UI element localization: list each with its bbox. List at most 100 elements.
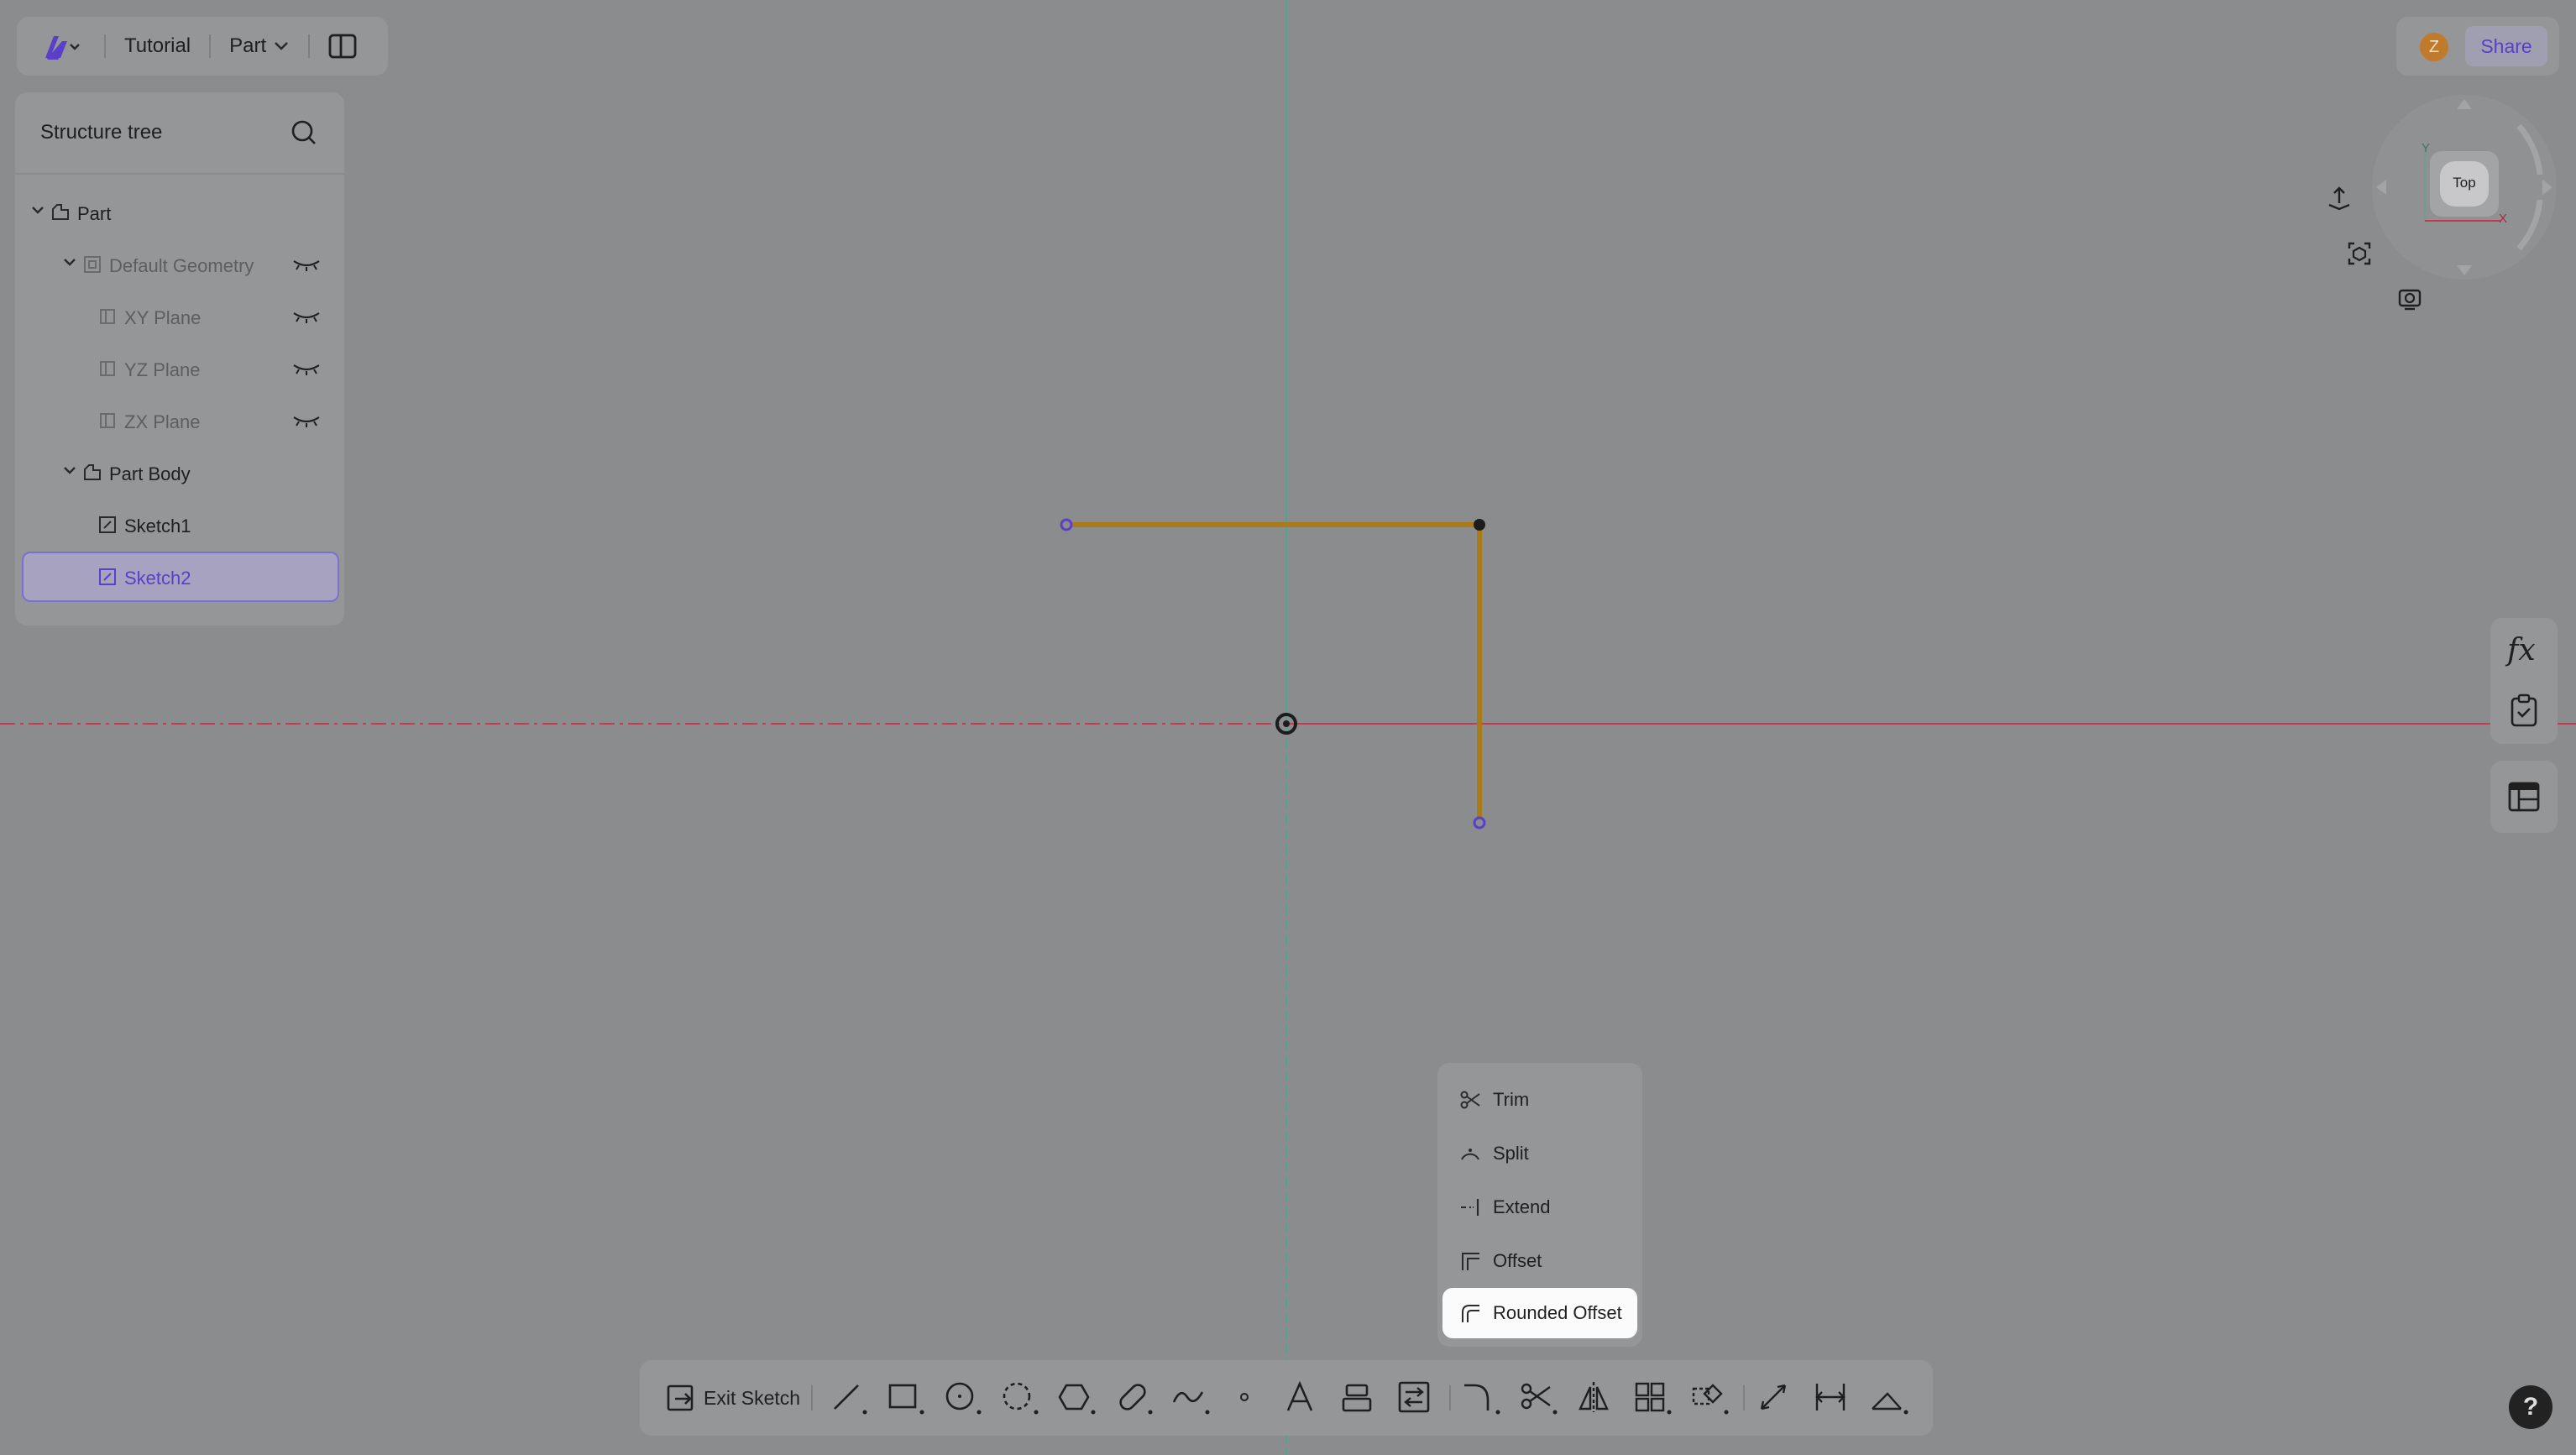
table-icon[interactable] bbox=[2507, 781, 2541, 813]
menu-item-rounded-offset[interactable]: Rounded Offset bbox=[1442, 1288, 1637, 1338]
point-icon[interactable] bbox=[1233, 1380, 1258, 1416]
tree-item-default-geometry[interactable]: Default Geometry bbox=[15, 241, 344, 288]
convert-icon[interactable] bbox=[1397, 1380, 1431, 1416]
pattern-icon[interactable] bbox=[1634, 1380, 1673, 1416]
mirror-icon[interactable] bbox=[1577, 1380, 1610, 1416]
tree-item-label: YZ Plane bbox=[124, 359, 201, 380]
formula-icon[interactable]: fx bbox=[2507, 633, 2536, 667]
geometry-group-icon bbox=[84, 256, 101, 273]
share-button[interactable]: Share bbox=[2465, 26, 2547, 66]
extend-icon bbox=[1461, 1199, 1479, 1216]
construction-icon[interactable] bbox=[1871, 1380, 1909, 1416]
plane-icon bbox=[100, 309, 115, 324]
axis-y-label: Y bbox=[2422, 141, 2431, 155]
menu-item-label: Split bbox=[1493, 1143, 1529, 1164]
body-icon bbox=[84, 464, 101, 480]
workspace-dropdown[interactable]: Part bbox=[229, 34, 290, 58]
menu-item-extend[interactable]: Extend bbox=[1442, 1182, 1637, 1233]
tree-item-label: Part Body bbox=[109, 463, 191, 484]
avatar[interactable]: Z bbox=[2420, 33, 2448, 61]
dimension-icon[interactable] bbox=[1757, 1380, 1790, 1416]
tree-item-sketch2[interactable]: Sketch2 bbox=[22, 552, 339, 602]
share-bar: Z Share bbox=[2396, 17, 2559, 76]
chevron-down-icon[interactable] bbox=[62, 465, 77, 477]
slot-icon[interactable] bbox=[1115, 1380, 1154, 1416]
tree-item-zx-plane[interactable]: ZX Plane bbox=[15, 397, 344, 444]
sketch-icon bbox=[99, 516, 116, 533]
toolbar-divider bbox=[811, 1385, 813, 1411]
tree-item-part-body[interactable]: Part Body bbox=[15, 449, 344, 496]
tree-item-label: XY Plane bbox=[124, 307, 202, 328]
tree-item-label: Sketch2 bbox=[124, 568, 191, 589]
tree-item-yz-plane[interactable]: YZ Plane bbox=[15, 345, 344, 392]
hidden-eye-icon[interactable] bbox=[292, 258, 321, 271]
modify-tools-menu: Trim Split Extend Offset Rounded Offset bbox=[1437, 1063, 1642, 1347]
chevron-down-icon[interactable] bbox=[62, 257, 77, 269]
text-icon[interactable] bbox=[1283, 1380, 1317, 1416]
sketch-corner-point[interactable] bbox=[1474, 519, 1485, 531]
fillet-icon[interactable] bbox=[1463, 1380, 1501, 1416]
app-menu-button[interactable] bbox=[35, 28, 86, 65]
trim-icon bbox=[1460, 1091, 1480, 1109]
menu-item-split[interactable]: Split bbox=[1442, 1128, 1637, 1179]
structure-tree-title: Structure tree bbox=[40, 121, 163, 144]
offset-icon bbox=[1462, 1253, 1479, 1270]
axis-x-label: X bbox=[2499, 212, 2508, 226]
menu-item-label: Extend bbox=[1493, 1196, 1551, 1217]
tree-item-sketch1[interactable]: Sketch1 bbox=[15, 501, 344, 548]
right-tools-panel: fx bbox=[2490, 618, 2558, 744]
structure-tree-panel: Structure tree Part Default Geometry XY … bbox=[15, 92, 344, 625]
search-icon[interactable] bbox=[291, 119, 317, 146]
menu-item-offset[interactable]: Offset bbox=[1442, 1236, 1637, 1286]
topbar-divider bbox=[308, 34, 311, 58]
rounded-offset-icon bbox=[1462, 1305, 1479, 1322]
arc-icon[interactable] bbox=[1001, 1380, 1039, 1416]
right-table-panel bbox=[2490, 761, 2558, 833]
app-logo-icon bbox=[45, 36, 80, 60]
exit-sketch-icon bbox=[667, 1384, 694, 1411]
polygon-icon[interactable] bbox=[1058, 1380, 1097, 1416]
sketch-canvas[interactable] bbox=[0, 0, 2576, 1455]
project-icon[interactable] bbox=[1340, 1380, 1374, 1416]
panel-toggle-icon[interactable] bbox=[328, 34, 357, 59]
sketch-endpoint-bottom[interactable] bbox=[1473, 816, 1486, 830]
zoom-fit-icon[interactable] bbox=[2346, 240, 2373, 267]
line-icon[interactable] bbox=[830, 1380, 868, 1416]
checklist-icon[interactable] bbox=[2509, 693, 2539, 727]
menu-item-label: Offset bbox=[1493, 1250, 1542, 1271]
sketch-endpoint-left[interactable] bbox=[1060, 518, 1073, 531]
spline-icon[interactable] bbox=[1172, 1380, 1211, 1416]
hidden-eye-icon[interactable] bbox=[292, 310, 321, 323]
top-bar: Tutorial Part bbox=[17, 17, 388, 76]
trim-icon[interactable] bbox=[1520, 1380, 1558, 1416]
tree-item-part[interactable]: Part bbox=[15, 189, 344, 236]
chevron-down-icon[interactable] bbox=[30, 205, 45, 217]
part-icon bbox=[52, 204, 69, 220]
exit-sketch-button[interactable]: Exit Sketch bbox=[657, 1374, 808, 1422]
sketch-icon bbox=[99, 568, 116, 585]
tree-item-label: ZX Plane bbox=[124, 411, 201, 432]
view-cube-face-label[interactable]: Top bbox=[2452, 175, 2477, 191]
tree-item-xy-plane[interactable]: XY Plane bbox=[15, 293, 344, 340]
topbar-divider bbox=[104, 34, 106, 58]
document-name[interactable]: Tutorial bbox=[124, 34, 191, 58]
circle-icon[interactable] bbox=[944, 1380, 982, 1416]
constraint-icon[interactable] bbox=[1814, 1380, 1847, 1416]
help-button[interactable]: ? bbox=[2509, 1385, 2552, 1429]
reset-view-icon[interactable] bbox=[2326, 185, 2353, 212]
structure-tree-header: Structure tree bbox=[15, 92, 344, 175]
transform-icon[interactable] bbox=[1691, 1380, 1730, 1416]
hidden-eye-icon[interactable] bbox=[292, 414, 321, 427]
rectangle-icon[interactable] bbox=[887, 1380, 925, 1416]
exit-sketch-label: Exit Sketch bbox=[704, 1387, 801, 1409]
hidden-eye-icon[interactable] bbox=[292, 362, 321, 375]
menu-item-trim[interactable]: Trim bbox=[1442, 1075, 1637, 1125]
camera-view-icon[interactable] bbox=[2396, 285, 2423, 312]
toolbar-divider bbox=[1449, 1385, 1451, 1411]
workspace-label: Part bbox=[229, 34, 267, 57]
origin-point-center bbox=[1283, 720, 1290, 727]
toolbar-divider bbox=[1743, 1385, 1745, 1411]
tree-item-label: Sketch1 bbox=[124, 516, 191, 536]
plane-icon bbox=[100, 413, 115, 428]
split-icon bbox=[1461, 1149, 1479, 1160]
